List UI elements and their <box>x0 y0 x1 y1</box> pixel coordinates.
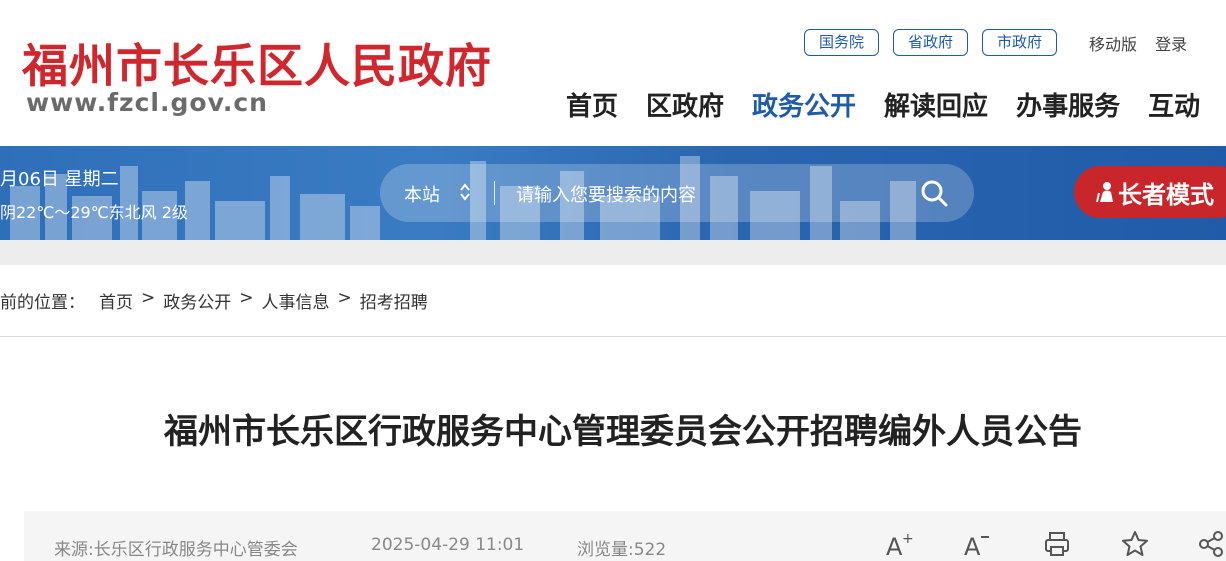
svg-text:A: A <box>886 533 903 559</box>
nav-interaction[interactable]: 互动 <box>1148 86 1200 123</box>
print-icon[interactable] <box>1042 529 1072 559</box>
nav-gov-affairs[interactable]: 政务公开 <box>752 86 856 123</box>
site-title[interactable]: 福州市长乐区人民政府 <box>22 30 492 96</box>
date-display: 月06日 星期二 <box>0 169 119 190</box>
breadcrumb-separator: > <box>239 288 254 308</box>
breadcrumb: 前的位置： 首页 > 政务公开 > 人事信息 > 招考招聘 <box>0 288 428 313</box>
mobile-version-link[interactable]: 移动版 <box>1089 31 1137 55</box>
search-bar: 本站 请输入您要搜索的内容 <box>380 164 974 222</box>
site-url[interactable]: www.fzcl.gov.cn <box>26 88 268 117</box>
svg-text:A: A <box>964 533 981 559</box>
font-decrease-icon[interactable]: A <box>962 529 992 559</box>
article-datetime: 2025-04-29 11:01 <box>371 535 525 555</box>
svg-text:+: + <box>902 531 914 547</box>
article-views: 浏览量:522 <box>577 540 667 560</box>
breadcrumb-personnel[interactable]: 人事信息 <box>262 288 330 313</box>
city-gov-link[interactable]: 市政府 <box>982 29 1058 56</box>
elder-mode-button[interactable]: 长者模式 <box>1074 166 1226 218</box>
breadcrumb-separator: > <box>141 288 156 308</box>
elder-person-icon <box>1096 182 1113 203</box>
top-links: 国务院 省政府 市政府 移动版 登录 <box>804 29 1187 56</box>
search-scope-select[interactable]: 本站 <box>404 181 440 207</box>
breadcrumb-label: 前的位置： <box>0 293 85 313</box>
breadcrumb-home[interactable]: 首页 <box>99 288 133 313</box>
nav-home[interactable]: 首页 <box>566 86 618 123</box>
banner: 月06日 星期二 阴22℃～29℃东北风 2级 本站 请输入您要搜索的内容 长者… <box>0 146 1226 240</box>
search-divider <box>494 181 495 205</box>
province-gov-link[interactable]: 省政府 <box>893 29 969 56</box>
breadcrumb-recruitment[interactable]: 招考招聘 <box>360 288 428 313</box>
login-link[interactable]: 登录 <box>1155 31 1187 55</box>
article-source: 来源:长乐区行政服务中心管委会 <box>54 540 298 560</box>
article-title: 福州市长乐区行政服务中心管理委员会公开招聘编外人员公告 <box>164 412 1082 452</box>
section-spacer <box>0 240 1226 265</box>
article-meta-bar: 来源:长乐区行政服务中心管委会 2025-04-29 11:01 浏览量:522… <box>24 511 1226 561</box>
share-icon[interactable] <box>1196 529 1226 559</box>
elder-mode-label: 长者模式 <box>1118 180 1214 209</box>
breadcrumb-gov-affairs[interactable]: 政务公开 <box>163 288 231 313</box>
nav-services[interactable]: 办事服务 <box>1016 86 1120 123</box>
site-header: 福州市长乐区人民政府 www.fzcl.gov.cn 国务院 省政府 市政府 移… <box>0 0 1226 146</box>
weather-display: 阴22℃～29℃东北风 2级 <box>0 203 188 222</box>
guowuyuan-link[interactable]: 国务院 <box>804 29 880 56</box>
search-icon[interactable] <box>920 179 948 207</box>
divider <box>0 336 1226 337</box>
font-increase-icon[interactable]: A + <box>884 529 914 559</box>
breadcrumb-separator: > <box>337 288 352 308</box>
search-input[interactable]: 请输入您要搜索的内容 <box>516 181 696 207</box>
sort-arrows-icon[interactable] <box>458 181 472 203</box>
main-nav: 首页 区政府 政务公开 解读回应 办事服务 互动 <box>566 86 1226 123</box>
nav-interpretation[interactable]: 解读回应 <box>884 86 988 123</box>
nav-district-gov[interactable]: 区政府 <box>646 86 724 123</box>
favorite-star-icon[interactable] <box>1120 529 1150 559</box>
